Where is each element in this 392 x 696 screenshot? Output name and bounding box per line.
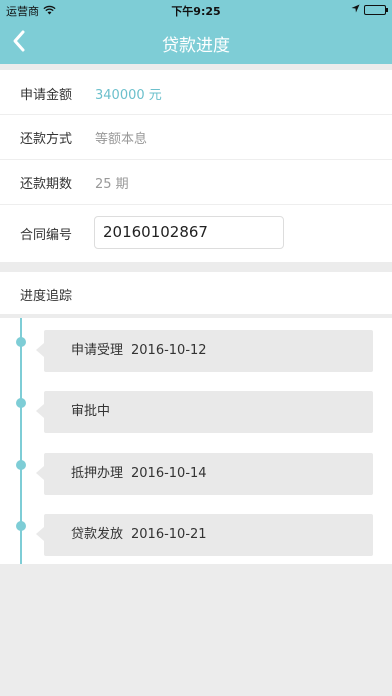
status-right — [351, 3, 388, 16]
progress-step: 审批中 — [36, 391, 373, 433]
location-icon — [351, 3, 360, 16]
contract-label: 合同编号 — [20, 228, 73, 243]
nav-header: 运营商 下午9:25 贷款进度 — [0, 0, 392, 64]
repay-method-label: 还款方式 — [20, 132, 73, 147]
contract-number-field[interactable]: 20160102867 — [94, 216, 284, 249]
step-date: 2016-10-21 — [131, 527, 207, 542]
term-value: 25 期 — [95, 177, 129, 192]
progress-step: 申请受理 2016-10-12 — [36, 330, 373, 372]
term-label: 还款期数 — [20, 177, 73, 192]
term-row: 还款期数 25 期 — [0, 160, 392, 205]
progress-step: 贷款发放 2016-10-21 — [36, 514, 373, 556]
timeline-dot — [16, 337, 26, 347]
progress-step: 抵押办理 2016-10-14 — [36, 453, 373, 495]
status-bar: 运营商 下午9:25 — [0, 0, 392, 20]
battery-icon — [364, 4, 388, 15]
step-label: 贷款发放 — [71, 527, 124, 542]
step-label: 申请受理 — [71, 343, 124, 358]
step-label: 审批中 — [71, 404, 111, 419]
status-time: 下午9:25 — [171, 5, 221, 18]
timeline-dot — [16, 398, 26, 408]
repay-method-value: 等额本息 — [95, 132, 148, 147]
progress-title: 进度追踪 — [20, 289, 73, 304]
amount-row: 申请金额 340000 元 — [0, 70, 392, 115]
amount-label: 申请金额 — [20, 88, 73, 103]
page-title: 贷款进度 — [162, 36, 230, 56]
timeline-dot — [16, 460, 26, 470]
amount-value: 340000 元 — [95, 88, 162, 103]
step-date: 2016-10-12 — [131, 343, 207, 358]
timeline-dot — [16, 521, 26, 531]
step-label: 抵押办理 — [71, 466, 124, 481]
repay-method-row: 还款方式 等额本息 — [0, 115, 392, 160]
step-date: 2016-10-14 — [131, 466, 207, 481]
